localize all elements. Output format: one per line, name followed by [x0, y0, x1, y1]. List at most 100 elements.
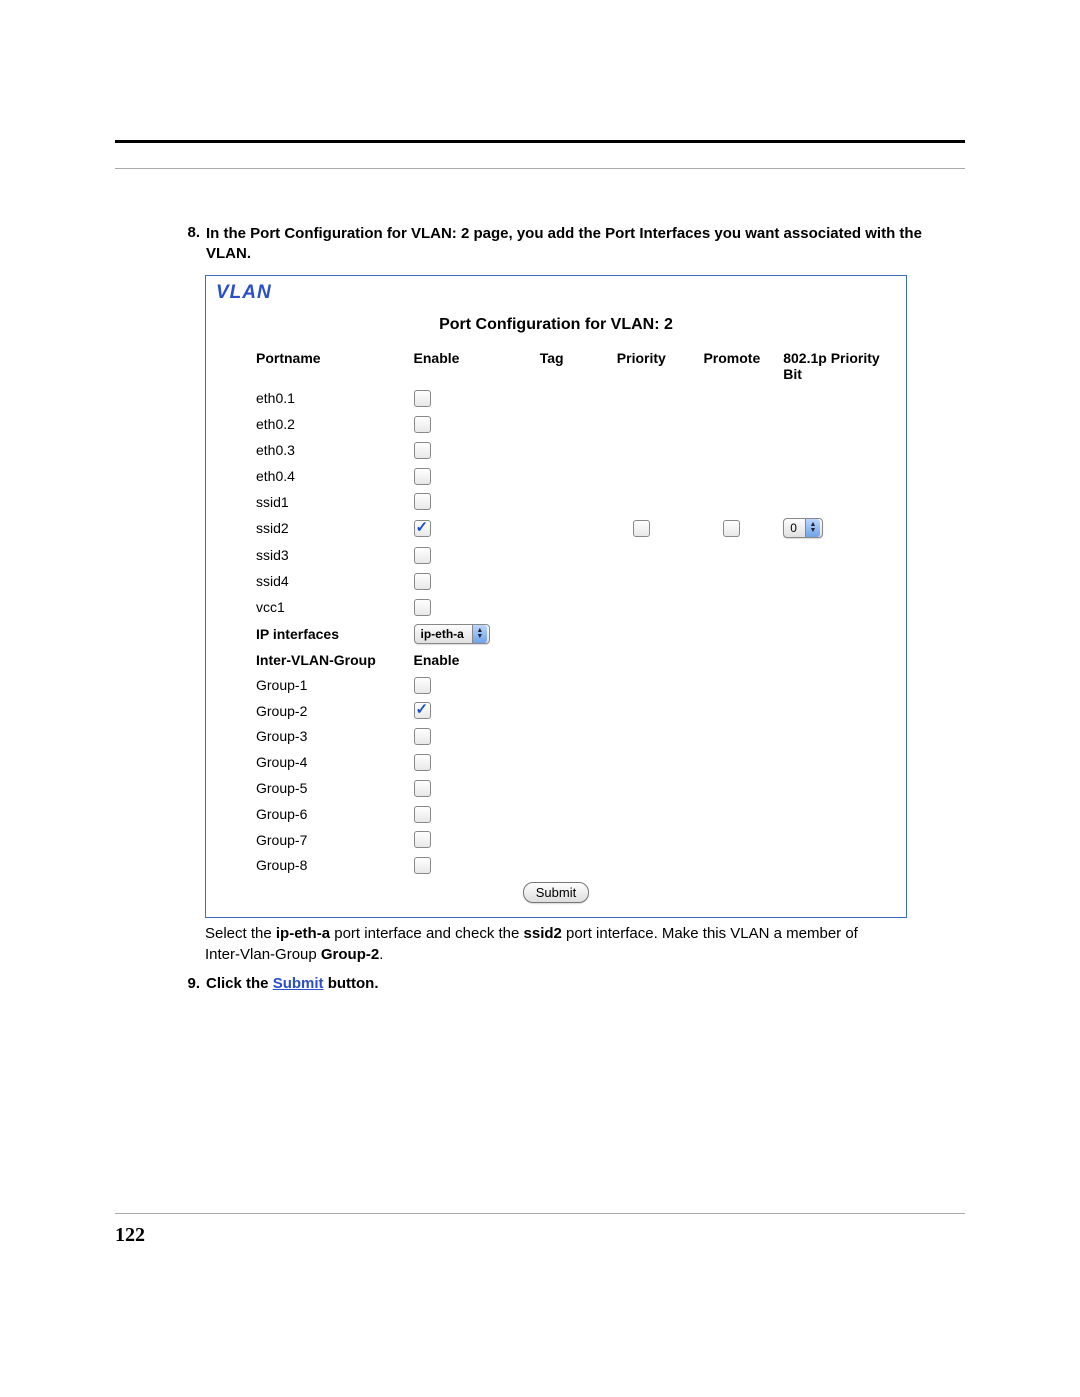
empty-cell [686, 672, 777, 698]
empty-cell [507, 411, 596, 437]
inter-vlan-header-row: Inter-VLAN-Group Enable [216, 648, 896, 672]
group-row: Group-7 [216, 827, 896, 853]
port-row: eth0.4 [216, 463, 896, 489]
group-row: Group-2 [216, 698, 896, 724]
vlan-config-panel: VLAN Port Configuration for VLAN: 2 Port… [205, 275, 907, 919]
empty-cell [596, 411, 686, 437]
empty-cell [507, 594, 596, 620]
priority-cell [596, 514, 686, 542]
empty-cell [686, 542, 777, 568]
empty-cell [777, 723, 896, 749]
tag-cell [507, 514, 596, 542]
caption-part: Select the [205, 925, 276, 942]
priority-bit-value: 0 [790, 521, 805, 535]
group-name: Group-1 [216, 672, 408, 698]
port-enable-cell [408, 542, 508, 568]
empty-cell [596, 749, 686, 775]
group-row: Group-3 [216, 723, 896, 749]
empty-cell [777, 542, 896, 568]
group-enable-cell [408, 698, 508, 724]
priority-bit-select[interactable]: 0▲▼ [783, 518, 823, 538]
group-enable-checkbox[interactable] [414, 831, 431, 848]
port-config-table: Portname Enable Tag Priority Promote 802… [216, 346, 896, 908]
empty-cell [507, 723, 596, 749]
port-name: eth0.2 [216, 411, 408, 437]
header-enable: Enable [408, 346, 508, 386]
group-enable-cell [408, 749, 508, 775]
empty-cell [596, 386, 686, 412]
inter-vlan-enable-label: Enable [408, 648, 896, 672]
enable-checkbox[interactable] [414, 547, 431, 564]
enable-checkbox[interactable] [414, 599, 431, 616]
port-enable-cell [408, 489, 508, 515]
group-enable-checkbox[interactable] [414, 728, 431, 745]
caption-part: port interface and check the [330, 925, 523, 942]
port-row: vcc1 [216, 594, 896, 620]
port-name: eth0.4 [216, 463, 408, 489]
empty-cell [777, 437, 896, 463]
step-9-text-a: Click the [206, 975, 273, 992]
footer: 122 [115, 1213, 965, 1247]
group-enable-checkbox[interactable] [414, 702, 431, 719]
empty-cell [507, 852, 596, 878]
group-enable-checkbox[interactable] [414, 780, 431, 797]
enable-checkbox[interactable] [414, 493, 431, 510]
caption-bold: Group-2 [321, 946, 379, 963]
empty-cell [686, 775, 777, 801]
port-row: eth0.2 [216, 411, 896, 437]
enable-checkbox[interactable] [414, 573, 431, 590]
footer-rule [115, 1213, 965, 1214]
empty-cell [507, 827, 596, 853]
empty-cell [596, 775, 686, 801]
empty-cell [507, 672, 596, 698]
enable-checkbox[interactable] [414, 390, 431, 407]
submit-button[interactable]: Submit [523, 882, 589, 903]
select-stepper-icon: ▲▼ [805, 519, 820, 537]
empty-cell [596, 801, 686, 827]
empty-cell [777, 411, 896, 437]
step-9-number: 9. [175, 975, 206, 992]
empty-cell [686, 489, 777, 515]
empty-cell [507, 775, 596, 801]
port-row: ssid3 [216, 542, 896, 568]
ip-interface-value: ip-eth-a [421, 627, 472, 641]
promote-checkbox[interactable] [723, 520, 740, 537]
step-9-text-c: button. [324, 975, 379, 992]
enable-checkbox[interactable] [414, 442, 431, 459]
step-9: 9. Click the Submit button. [115, 975, 965, 992]
group-name: Group-2 [216, 698, 408, 724]
empty-cell [596, 672, 686, 698]
empty-cell [507, 437, 596, 463]
group-enable-checkbox[interactable] [414, 806, 431, 823]
group-row: Group-6 [216, 801, 896, 827]
port-name: ssid2 [216, 514, 408, 542]
group-name: Group-4 [216, 749, 408, 775]
empty-cell [777, 827, 896, 853]
port-enable-cell [408, 386, 508, 412]
enable-checkbox[interactable] [414, 468, 431, 485]
group-enable-checkbox[interactable] [414, 857, 431, 874]
submit-link[interactable]: Submit [273, 975, 324, 992]
port-row: ssid2 0▲▼ [216, 514, 896, 542]
group-enable-checkbox[interactable] [414, 677, 431, 694]
empty-cell [596, 542, 686, 568]
empty-cell [507, 463, 596, 489]
empty-cell [507, 698, 596, 724]
config-title: Port Configuration for VLAN: 2 [216, 316, 896, 334]
port-name: eth0.3 [216, 437, 408, 463]
header-portname: Portname [216, 346, 408, 386]
group-name: Group-8 [216, 852, 408, 878]
enable-checkbox[interactable] [414, 520, 431, 537]
empty-cell [596, 568, 686, 594]
ip-interface-select[interactable]: ip-eth-a ▲▼ [414, 624, 490, 644]
ip-interfaces-label: IP interfaces [216, 620, 408, 648]
ip-interfaces-row: IP interfaces ip-eth-a ▲▼ [216, 620, 896, 648]
step-8-text: In the Port Configuration for VLAN: 2 pa… [206, 224, 965, 265]
group-enable-cell [408, 672, 508, 698]
priority-checkbox[interactable] [633, 520, 650, 537]
inter-vlan-label: Inter-VLAN-Group [216, 648, 408, 672]
group-enable-checkbox[interactable] [414, 754, 431, 771]
enable-checkbox[interactable] [414, 416, 431, 433]
step-8-number: 8. [175, 224, 206, 265]
header-tag: Tag [507, 346, 596, 386]
